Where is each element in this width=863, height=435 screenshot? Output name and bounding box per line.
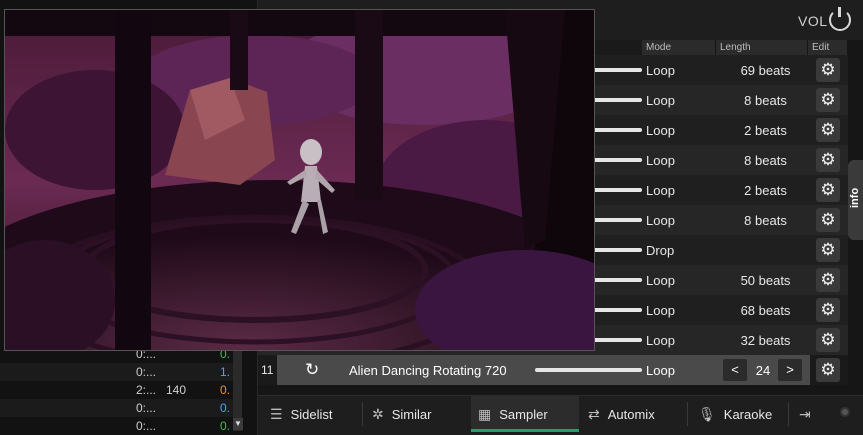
gear-icon[interactable]: ⚙	[816, 88, 840, 112]
volume-slider[interactable]	[592, 218, 642, 222]
key: 0.	[220, 419, 231, 433]
mode[interactable]: Loop	[646, 213, 675, 228]
volume-slider[interactable]	[592, 128, 642, 132]
tab-karaoke[interactable]: 🎙 Karaoke	[694, 396, 794, 432]
volume-label: VOL	[798, 13, 828, 29]
mode[interactable]: Loop	[646, 333, 675, 348]
length: 32 beats	[740, 333, 791, 348]
gear-icon[interactable]: ⚙	[816, 208, 840, 232]
info-tab[interactable]: info	[848, 160, 863, 240]
volume-slider[interactable]	[592, 68, 642, 72]
duration: 0:...	[136, 365, 157, 379]
tab-automix[interactable]: ⇄ Automix	[584, 396, 684, 432]
gear-icon[interactable]: ⚙	[816, 178, 840, 202]
divider	[687, 402, 688, 426]
length-increase-button[interactable]: >	[778, 359, 802, 381]
volume-slider[interactable]	[592, 278, 642, 282]
shuffle-icon: ⇄	[588, 406, 600, 422]
bpm: 140	[166, 383, 187, 397]
volume-slider[interactable]	[592, 98, 642, 102]
similar-icon: ✲	[372, 406, 384, 422]
list-item[interactable]: 0:... 0.	[0, 399, 240, 417]
sidelist-icon: ☰	[270, 406, 283, 422]
expand-panel-button[interactable]: ⇥	[795, 396, 825, 432]
length-value: 24	[755, 363, 771, 378]
volume-slider[interactable]	[592, 248, 642, 252]
mode[interactable]: Loop	[646, 93, 675, 108]
tab-label: Automix	[607, 407, 655, 422]
length: 2 beats	[744, 183, 787, 198]
volume-slider[interactable]	[592, 188, 642, 192]
length: 8 beats	[744, 153, 787, 168]
gear-icon[interactable]: ⚙	[816, 148, 840, 172]
mode[interactable]: Loop	[646, 303, 675, 318]
divider	[362, 402, 363, 426]
length: 8 beats	[744, 93, 787, 108]
volume-slider[interactable]	[535, 368, 642, 372]
duration: 0:...	[136, 419, 157, 433]
gear-icon[interactable]: ⚙	[816, 268, 840, 292]
sample-title: Alien Dancing Rotating 720	[349, 363, 507, 378]
mode[interactable]: Loop	[646, 183, 675, 198]
tab-label: Sidelist	[290, 407, 333, 422]
length: 2 beats	[744, 123, 787, 138]
volume-slider[interactable]	[592, 338, 642, 342]
microphone-icon: 🎙	[698, 406, 716, 422]
key: 1.	[220, 365, 231, 379]
scroll-down-icon[interactable]: ▼	[233, 418, 243, 430]
sampler-row-selected[interactable]: 11 ↻ Alien Dancing Rotating 720 Loop < 2…	[258, 355, 848, 385]
length: 68 beats	[740, 303, 791, 318]
mode[interactable]: Loop	[646, 153, 675, 168]
record-dot-icon[interactable]	[840, 407, 850, 417]
mode[interactable]: Loop	[646, 123, 675, 138]
video-frame	[5, 10, 594, 350]
divider	[788, 402, 789, 426]
mode[interactable]: Loop	[646, 363, 675, 378]
column-header-edit[interactable]: Edit	[808, 40, 848, 55]
gear-icon[interactable]: ⚙	[816, 298, 840, 322]
row-number: 11	[261, 363, 274, 377]
tab-label: Similar	[391, 407, 432, 422]
sampler-grid-icon: ▦	[478, 406, 492, 422]
tab-label: Sampler	[499, 407, 548, 422]
loop-icon[interactable]: ↻	[305, 360, 319, 380]
column-header-mode[interactable]: Mode	[642, 40, 716, 55]
length: 50 beats	[740, 273, 791, 288]
key: 0.	[220, 401, 231, 415]
bottom-tab-bar: ☰ Sidelist ✲ Similar ▦ Sampler ⇄ Automix 🎙 Ka…	[258, 395, 863, 435]
length: 69 beats	[740, 63, 791, 78]
column-header-length[interactable]: Length	[716, 40, 808, 55]
list-item[interactable]: 0:... 1.	[0, 363, 240, 381]
mode[interactable]: Drop	[646, 243, 674, 258]
tab-sampler[interactable]: ▦ Sampler	[471, 396, 579, 432]
gear-icon[interactable]: ⚙	[816, 328, 840, 352]
expand-arrow-icon: ⇥	[799, 406, 811, 422]
mode[interactable]: Loop	[646, 273, 675, 288]
duration: 2:...	[136, 383, 157, 397]
key: 0.	[220, 383, 231, 397]
tab-sidelist[interactable]: ☰ Sidelist	[264, 396, 360, 432]
list-item[interactable]: 2:... 140 0.	[0, 381, 240, 399]
volume-slider[interactable]	[592, 158, 642, 162]
tab-label: Karaoke	[723, 407, 773, 422]
volume-slider[interactable]	[592, 308, 642, 312]
length: 8 beats	[744, 213, 787, 228]
mode[interactable]: Loop	[646, 63, 675, 78]
volume-knob-icon[interactable]	[829, 7, 851, 31]
gear-icon[interactable]: ⚙	[816, 118, 840, 142]
gear-icon[interactable]: ⚙	[816, 238, 840, 262]
duration: 0:...	[136, 401, 157, 415]
info-tab-label: info	[849, 187, 861, 208]
gear-icon[interactable]: ⚙	[816, 358, 840, 382]
video-preview-window[interactable]	[4, 9, 595, 351]
gear-icon[interactable]: ⚙	[816, 58, 840, 82]
list-item[interactable]: 0:... 0.	[0, 417, 240, 435]
tab-similar[interactable]: ✲ Similar	[368, 396, 468, 432]
length-decrease-button[interactable]: <	[723, 359, 747, 381]
